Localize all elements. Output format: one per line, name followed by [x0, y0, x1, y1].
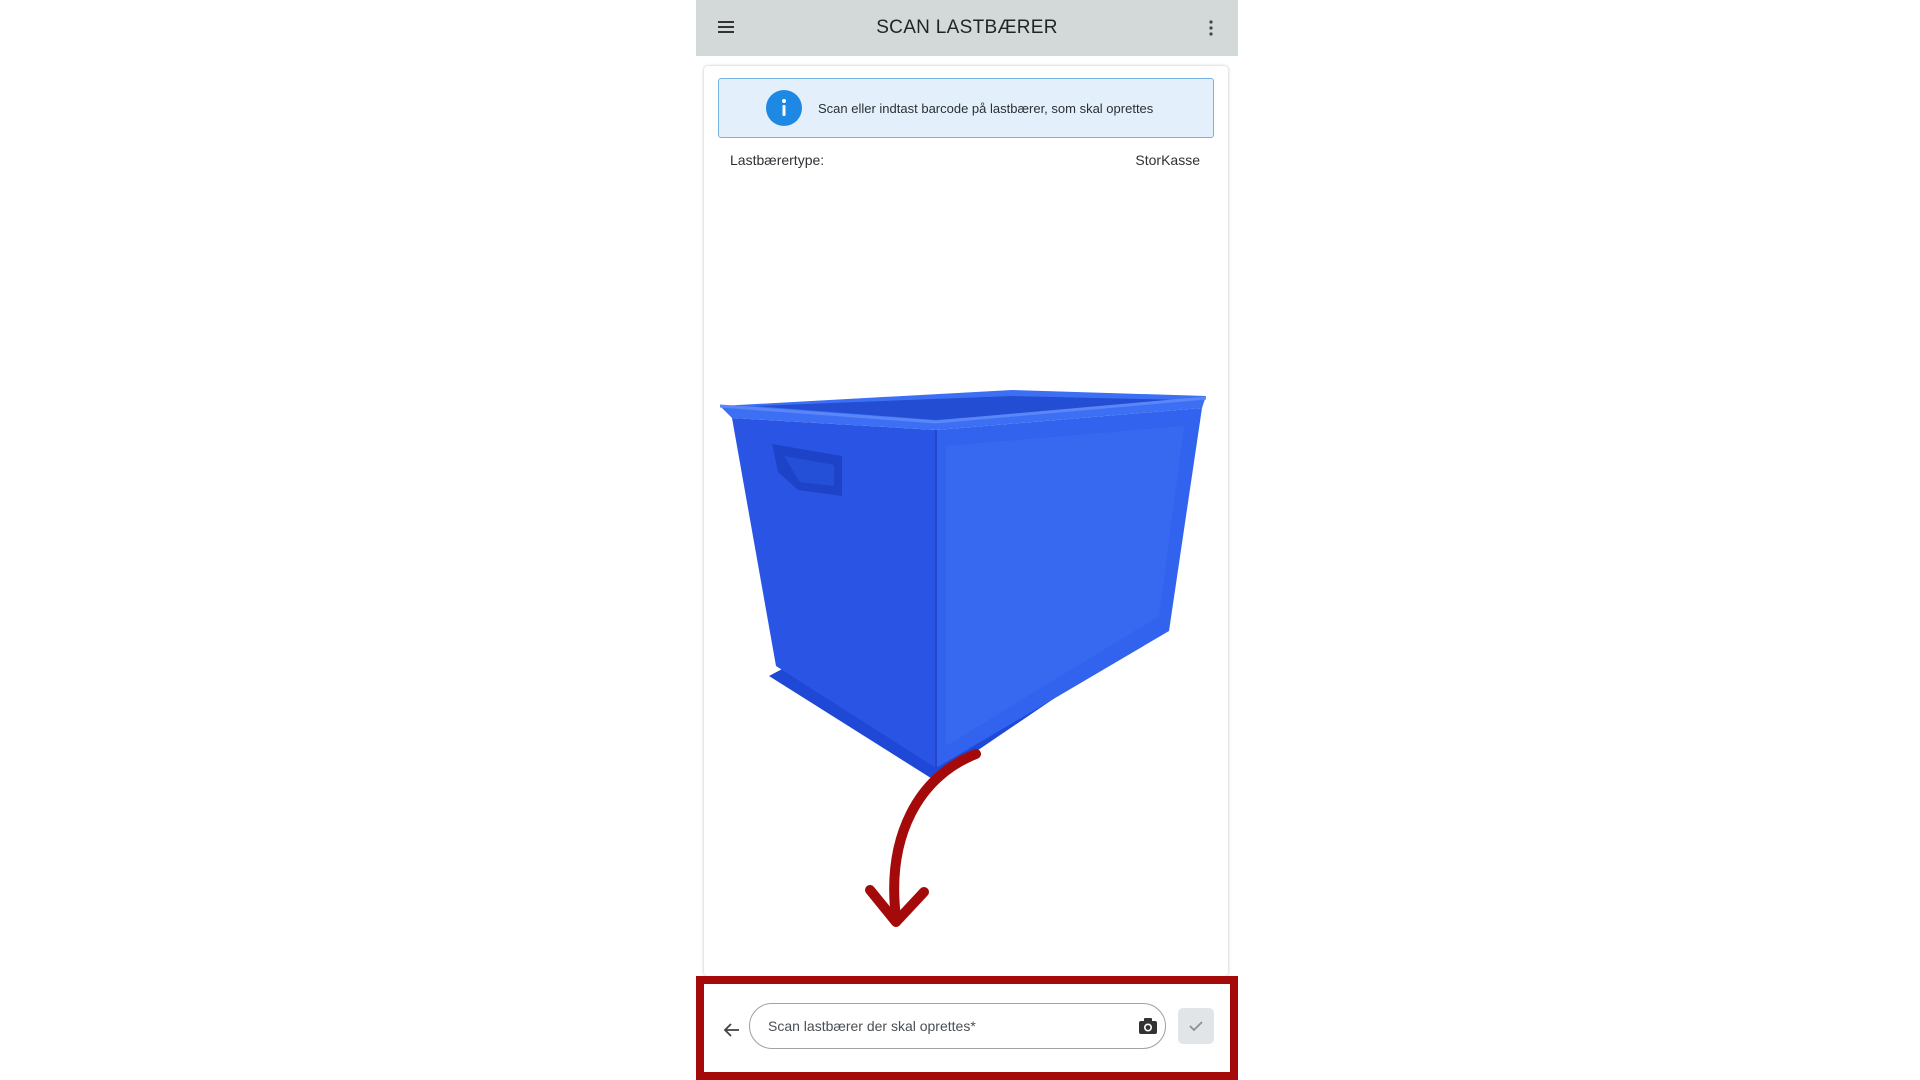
carrier-type-row: Lastbærertype: StorKasse — [730, 152, 1200, 168]
carrier-type-value: StorKasse — [1135, 152, 1200, 168]
phone-screen: SCAN LASTBÆRER Scan eller indtast barcod… — [696, 0, 1238, 1080]
camera-icon[interactable] — [1137, 1015, 1159, 1037]
confirm-button[interactable] — [1178, 1008, 1214, 1044]
scan-input-field[interactable] — [749, 1003, 1166, 1049]
arrow-annotation — [865, 749, 981, 927]
arrow-left-icon[interactable] — [722, 1020, 742, 1040]
info-icon — [766, 90, 802, 126]
app-bar: SCAN LASTBÆRER — [696, 0, 1238, 56]
info-banner: Scan eller indtast barcode på lastbærer,… — [718, 78, 1214, 138]
content-card: Scan eller indtast barcode på lastbærer,… — [704, 66, 1228, 976]
scan-input[interactable] — [768, 1011, 1118, 1041]
scan-bar-highlight — [696, 976, 1238, 1080]
carrier-type-label: Lastbærertype: — [730, 152, 825, 168]
carrier-image — [719, 390, 1207, 780]
more-vertical-icon[interactable] — [1206, 16, 1216, 40]
info-banner-text: Scan eller indtast barcode på lastbærer,… — [818, 100, 1154, 116]
check-icon — [1189, 1021, 1203, 1032]
menu-icon[interactable] — [716, 18, 738, 38]
page-title: SCAN LASTBÆRER — [876, 17, 1058, 38]
